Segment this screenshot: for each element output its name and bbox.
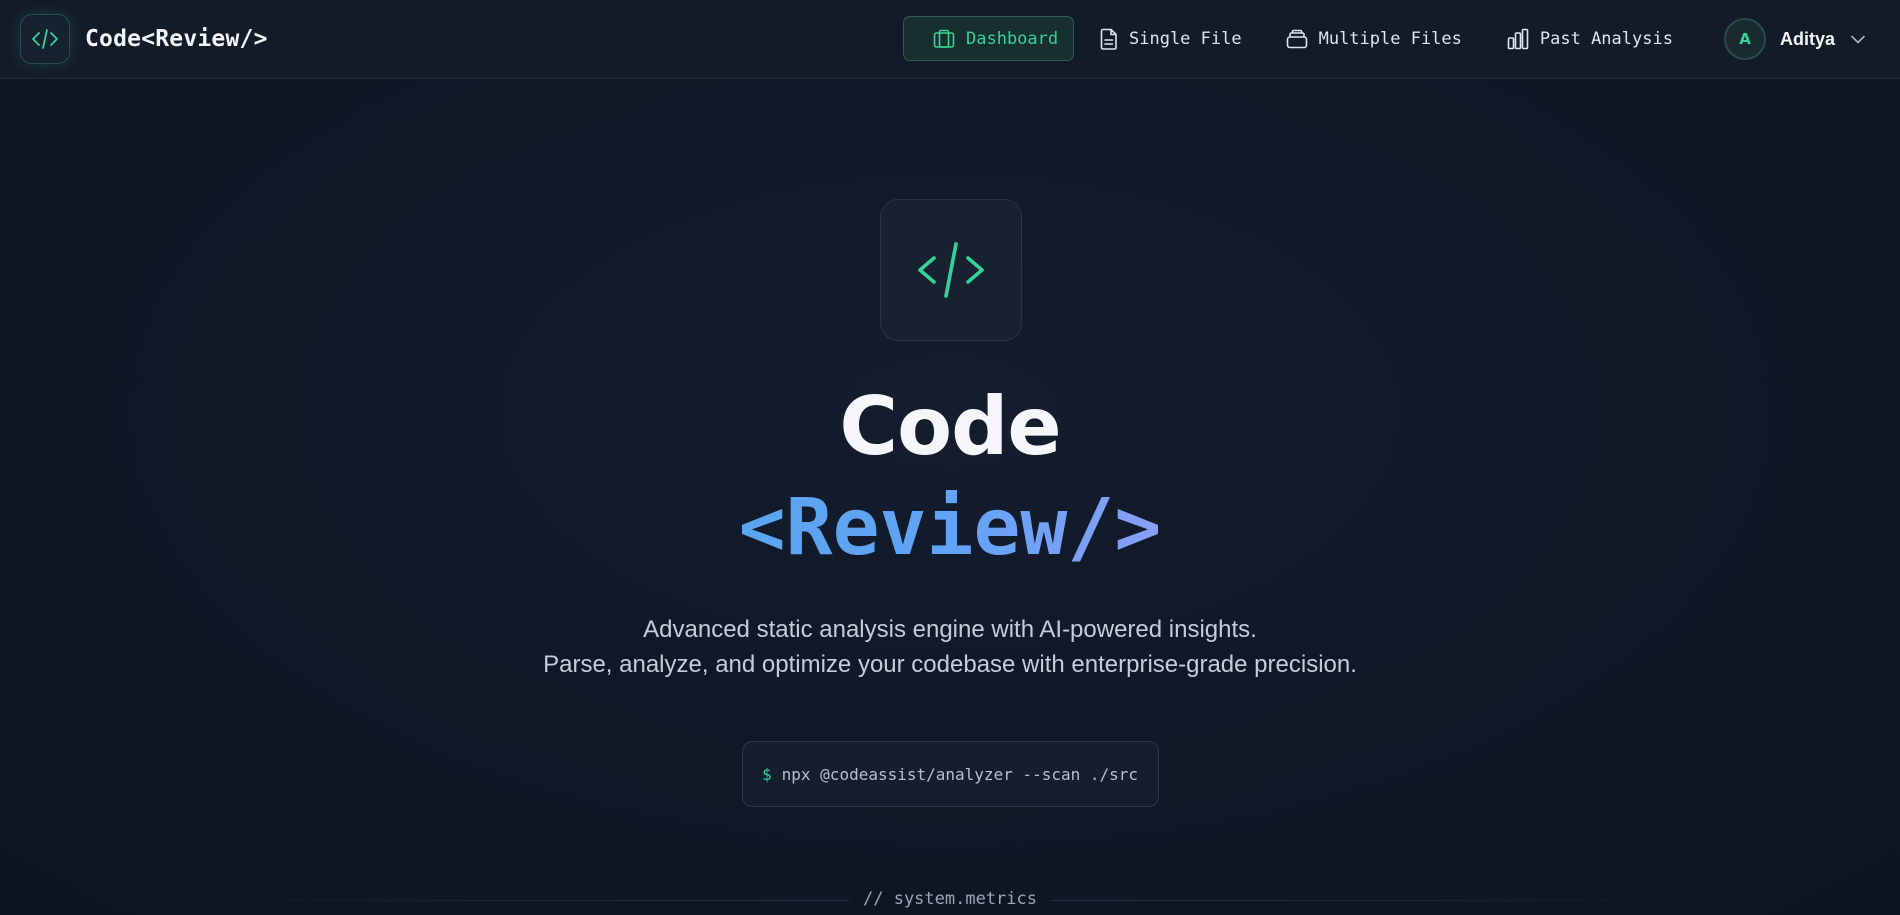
nav-past-analysis-label: Past Analysis	[1539, 28, 1673, 49]
hero-tagline-1: Advanced static analysis engine with AI-…	[643, 616, 1257, 643]
hero-title-review-text: <Review/>	[738, 483, 1162, 573]
command-snippet[interactable]: $ npx @codeassist/analyzer --scan ./src	[742, 741, 1159, 807]
nav-multiple-files[interactable]: Multiple Files	[1286, 16, 1462, 61]
nav-dashboard[interactable]: Dashboard	[903, 16, 1074, 61]
nav-links: Dashboard Single File Multiple Files Pas…	[903, 16, 1673, 61]
nav-single-file[interactable]: Single File	[1100, 16, 1242, 61]
hero-tagline-2: Parse, analyze, and optimize your codeba…	[543, 651, 1357, 678]
chevron-down-icon[interactable]	[1851, 35, 1865, 44]
nav-single-file-label: Single File	[1129, 28, 1242, 49]
file-icon	[1100, 28, 1117, 50]
top-navbar: Code<Review/> Dashboard Single File Mult…	[0, 0, 1900, 79]
nav-past-analysis[interactable]: Past Analysis	[1507, 16, 1673, 61]
code-icon	[918, 242, 984, 298]
hero-title-code: Code	[839, 380, 1061, 473]
nav-multiple-files-label: Multiple Files	[1318, 28, 1462, 49]
section-label: // system.metrics	[0, 889, 1900, 909]
section-label-text: // system.metrics	[849, 889, 1051, 909]
code-icon[interactable]	[20, 14, 70, 64]
command-prompt: $	[762, 764, 772, 784]
command-text: npx @codeassist/analyzer --scan ./src	[781, 764, 1139, 784]
avatar[interactable]: A	[1724, 18, 1766, 60]
hero-title-review: <Review/>	[0, 484, 1900, 572]
dashboard-icon	[933, 29, 955, 48]
user-menu[interactable]: A Aditya	[1724, 18, 1865, 60]
brand[interactable]: Code<Review/>	[20, 14, 268, 64]
files-stack-icon	[1286, 29, 1307, 48]
bar-chart-icon	[1507, 28, 1529, 49]
brand-name[interactable]: Code<Review/>	[85, 26, 268, 52]
user-name[interactable]: Aditya	[1780, 29, 1835, 50]
nav-dashboard-label: Dashboard	[966, 28, 1059, 49]
hero-code-icon-tile	[880, 199, 1022, 341]
